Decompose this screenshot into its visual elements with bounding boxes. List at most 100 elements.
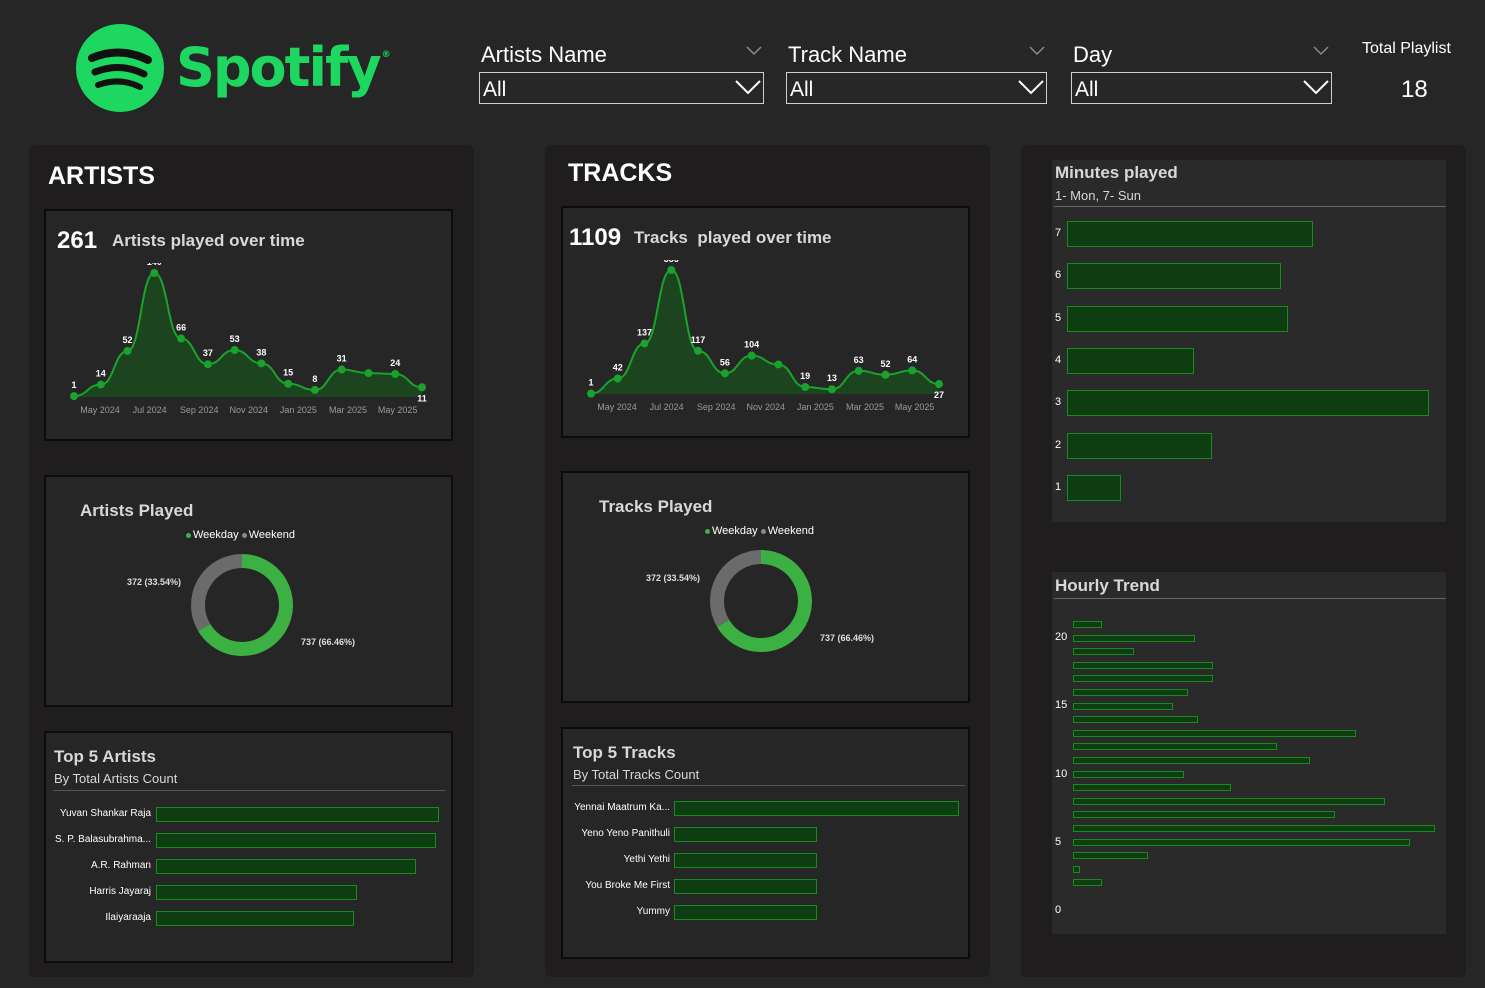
bar — [156, 911, 355, 926]
bar — [1073, 838, 1410, 846]
data-label: 38 — [256, 347, 266, 357]
chevron-down-icon[interactable] — [1313, 46, 1329, 56]
weekday-data-label: 737 (66.46%) — [820, 633, 875, 643]
x-tick-label: Jul 2024 — [650, 402, 684, 412]
data-point — [337, 365, 346, 374]
tracks-over-time-chart: 1 42 137 336 117 56 104 19 13 63 52 64 27 May 2024 Jul… — [587, 260, 944, 412]
x-tick-label: Jan 2025 — [797, 402, 834, 412]
donut-slice-weekend — [710, 550, 762, 628]
divider — [1054, 598, 1446, 599]
minutes-played-card: Minutes played 1- Mon, 7- Sun 7 6 5 4 3 2 1 — [1052, 160, 1446, 522]
x-tick-label: Mar 2025 — [846, 402, 884, 412]
data-label: 11 — [417, 393, 427, 403]
artists-panel: ARTISTS 261 Artists played over time 1 14… — [29, 145, 474, 977]
chevron-down-icon[interactable] — [1029, 46, 1045, 56]
bar-category-label: Yethi Yethi — [623, 854, 670, 865]
divider — [572, 785, 965, 786]
bar — [1073, 784, 1231, 792]
x-tick-label: Nov 2024 — [230, 405, 269, 415]
bar — [1073, 865, 1081, 873]
bar — [674, 827, 817, 842]
bar — [674, 853, 817, 868]
data-label: 27 — [934, 390, 944, 400]
y-tick-label: 5 — [1055, 311, 1062, 324]
data-label: 336 — [664, 260, 679, 264]
data-label: 66 — [176, 323, 186, 333]
chevron-down-icon — [1018, 80, 1044, 95]
data-point — [284, 379, 293, 388]
artists-played-title: Artists Played — [80, 501, 194, 520]
bar — [1073, 634, 1195, 642]
data-point — [70, 392, 78, 401]
data-point — [257, 359, 266, 368]
day-dropdown[interactable]: All — [1071, 72, 1332, 104]
tracks-played-legend: Weekday Weekend — [705, 525, 814, 537]
x-tick-label: Jan 2025 — [280, 405, 317, 415]
bar — [1067, 432, 1212, 459]
data-point — [720, 369, 729, 378]
bar — [1073, 648, 1134, 656]
data-label: 31 — [337, 354, 347, 364]
bar-category-label: S. P. Balasubrahma... — [55, 834, 151, 845]
x-tick-label: May 2024 — [597, 402, 637, 412]
bar — [1073, 675, 1213, 683]
data-point — [747, 351, 756, 360]
bar-category-label: Harris Jayaraj — [89, 886, 151, 897]
data-point — [203, 360, 212, 369]
bar — [1073, 797, 1385, 805]
artists-name-value: All — [483, 78, 507, 101]
data-point — [150, 269, 159, 277]
day-filter-title: Day — [1073, 42, 1113, 67]
total-playlist-label: Total Playlist — [1362, 40, 1451, 57]
track-name-dropdown[interactable]: All — [786, 72, 1047, 104]
y-tick-label: 4 — [1055, 353, 1062, 366]
y-tick-label: 3 — [1055, 396, 1062, 409]
bar — [156, 859, 417, 874]
bar — [1073, 702, 1174, 710]
data-point — [827, 385, 836, 394]
data-point — [667, 266, 676, 274]
bar — [156, 833, 437, 848]
tracks-played-card: Tracks Played Weekday Weekend 372 (33.54… — [561, 471, 970, 703]
bar — [1073, 661, 1213, 669]
bar — [1073, 811, 1335, 819]
data-point — [177, 334, 186, 343]
data-label: 63 — [854, 355, 864, 365]
bar — [1073, 689, 1188, 696]
data-label: 15 — [283, 368, 293, 378]
x-tick-label: May 2024 — [80, 405, 120, 415]
bar — [674, 801, 959, 816]
bar — [1073, 825, 1435, 832]
data-point — [881, 370, 890, 379]
donut-slice-weekend — [191, 554, 243, 632]
chevron-down-icon[interactable] — [746, 46, 762, 56]
tracks-over-time-title: Tracks played over time — [634, 228, 832, 247]
y-tick-label: 6 — [1055, 269, 1062, 282]
x-tick-label: May 2025 — [378, 405, 418, 415]
brand-wordmark: Spotify ® — [176, 36, 391, 99]
bar — [1067, 390, 1429, 417]
spotify-logo-icon — [76, 24, 164, 112]
artists-played-card: Artists Played Weekday Weekend 372 (33.5… — [44, 475, 453, 707]
data-point — [123, 346, 132, 355]
weekend-data-label: 372 (33.54%) — [646, 573, 701, 583]
spotify-logo: Spotify ® — [76, 24, 391, 114]
bar — [674, 905, 817, 920]
top5-artists-title: Top 5 Artists — [54, 747, 157, 766]
artists-name-dropdown[interactable]: All — [479, 72, 764, 104]
bar — [1073, 757, 1310, 764]
bar — [1067, 221, 1314, 247]
chevron-down-icon — [735, 80, 761, 95]
data-point — [587, 389, 595, 398]
top5-artists-card: Top 5 Artists By Total Artists Count Yuv… — [44, 731, 453, 963]
tracks-played-donut — [710, 550, 812, 652]
data-label: 140 — [147, 263, 162, 267]
y-tick-label: 10 — [1055, 768, 1068, 780]
tracks-panel: TRACKS 1109 Tracks played over time 1 42 1… — [545, 145, 990, 977]
data-label: 42 — [613, 363, 623, 373]
tracks-count: 1109 — [569, 224, 622, 251]
data-label: 1 — [71, 380, 76, 390]
data-point — [854, 366, 863, 375]
data-label: 64 — [907, 354, 917, 364]
artists-played-donut — [191, 554, 293, 656]
